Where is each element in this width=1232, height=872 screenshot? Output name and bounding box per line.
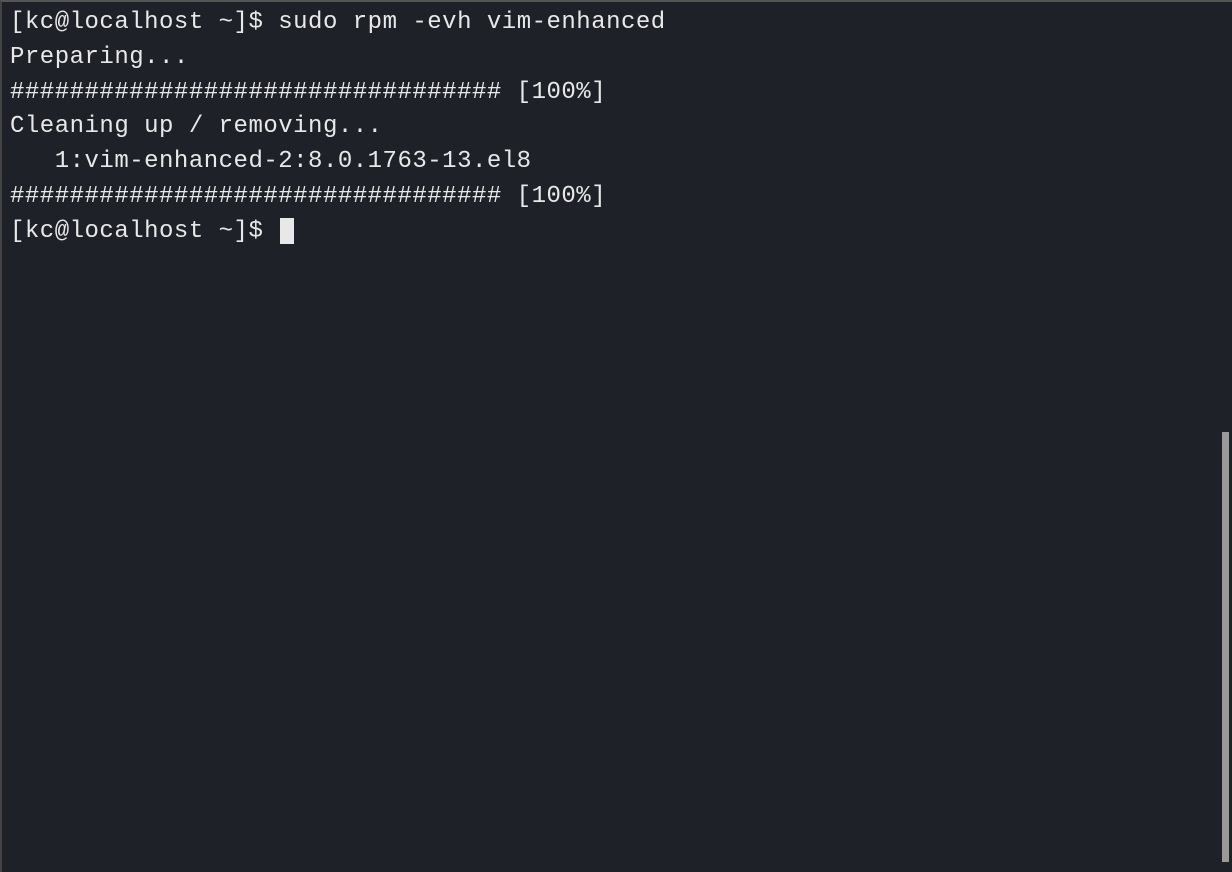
terminal-output[interactable]: [kc@localhost ~]$ sudo rpm -evh vim-enha… — [10, 6, 1224, 250]
cursor-icon — [280, 218, 294, 244]
shell-prompt: [kc@localhost ~]$ — [10, 218, 278, 245]
current-prompt-line[interactable]: [kc@localhost ~]$ — [10, 215, 1224, 250]
output-package: 1:vim-enhanced-2:8.0.1763-13.el8 — [10, 145, 1224, 180]
output-progress-2: ################################# [100%] — [10, 180, 1224, 215]
command-text: sudo rpm -evh vim-enhanced — [278, 9, 665, 36]
shell-prompt: [kc@localhost ~]$ — [10, 9, 278, 36]
command-line-1: [kc@localhost ~]$ sudo rpm -evh vim-enha… — [10, 6, 1224, 41]
output-cleaning: Cleaning up / removing... — [10, 110, 1224, 145]
output-progress-1: ################################# [100%] — [10, 76, 1224, 111]
scrollbar[interactable] — [1222, 432, 1229, 862]
output-preparing: Preparing... — [10, 41, 1224, 76]
